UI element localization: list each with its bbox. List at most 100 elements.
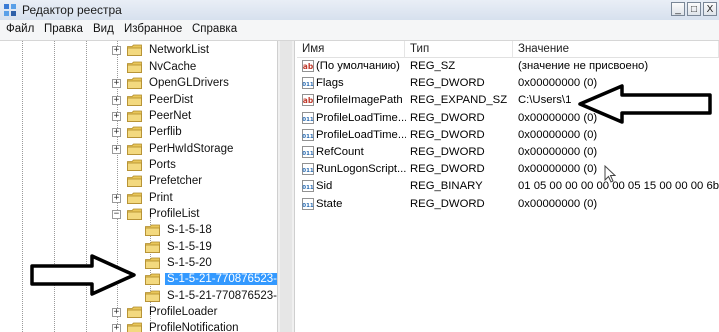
tree-item[interactable]: Prefetcher: [112, 173, 204, 189]
menu-edit[interactable]: Правка: [44, 23, 83, 35]
folder-icon: [145, 257, 160, 269]
string-value-icon: ab: [302, 94, 314, 107]
binary-value-icon: 011: [302, 197, 314, 210]
folder-icon: [145, 241, 160, 253]
value-row[interactable]: 011 ProfileLoadTime... REG_DWORD 0x00000000…: [297, 127, 719, 144]
menu-view[interactable]: Вид: [93, 23, 114, 35]
tree-item[interactable]: + PerHwIdStorage: [112, 141, 235, 157]
folder-icon: [127, 94, 142, 106]
column-header-name[interactable]: Имя: [297, 41, 405, 58]
folder-icon: [127, 110, 142, 122]
tree-item[interactable]: + PeerDist: [112, 92, 195, 108]
value-row[interactable]: ab (По умолчанию) REG_SZ (значение не присв…: [297, 58, 719, 75]
tree-item[interactable]: S-1-5-21-770876523-899: [145, 288, 277, 304]
value-name: ProfileImagePath: [316, 94, 403, 107]
tree-item[interactable]: S-1-5-21-770876523-899: [145, 271, 277, 287]
tree-item[interactable]: + PeerNet: [112, 108, 193, 124]
tree-item-label: NvCache: [149, 61, 197, 73]
value-data: 0x00000000 (0): [518, 146, 598, 158]
value-type: REG_SZ: [410, 60, 456, 72]
binary-value-icon: 011: [302, 111, 314, 124]
binary-value-icon: 011: [302, 163, 314, 176]
value-row[interactable]: 011 Sid REG_BINARY 01 05 00 00 00 00 00 05 …: [297, 178, 719, 195]
tree-scrollbar[interactable]: [277, 41, 295, 332]
expand-icon[interactable]: +: [112, 323, 121, 332]
tree-item[interactable]: S-1-5-18: [145, 222, 214, 238]
svg-text:ab: ab: [303, 96, 314, 105]
expand-icon[interactable]: +: [112, 144, 121, 154]
minimize-button[interactable]: _: [671, 2, 685, 16]
binary-value-icon: 011: [302, 128, 314, 141]
expand-icon[interactable]: +: [112, 95, 121, 105]
folder-icon: [127, 77, 142, 89]
tree-item[interactable]: NvCache: [112, 59, 198, 75]
menu-favorites[interactable]: Избранное: [124, 23, 182, 35]
arrow-pointer-icon: [30, 254, 136, 296]
expand-icon[interactable]: +: [112, 307, 121, 317]
value-name: RunLogonScript...: [316, 163, 406, 176]
tree-item-label: Perflib: [149, 126, 182, 138]
expand-icon[interactable]: +: [112, 45, 121, 55]
folder-icon: [127, 208, 142, 220]
value-type: REG_DWORD: [410, 163, 485, 176]
menu-file[interactable]: Файл: [6, 23, 34, 35]
tree-guide-line: [22, 41, 23, 332]
column-header-value[interactable]: Значение: [513, 41, 719, 58]
binary-value-icon: 011: [302, 77, 314, 90]
tree-item[interactable]: S-1-5-20: [145, 255, 214, 271]
value-row[interactable]: 011 State REG_DWORD 0x00000000 (0): [297, 196, 719, 213]
value-row[interactable]: 011 RefCount REG_DWORD 0x00000000 (0): [297, 144, 719, 161]
tree-item[interactable]: Ports: [112, 157, 178, 173]
registry-editor-icon: [4, 4, 16, 16]
value-type: REG_DWORD: [410, 128, 485, 141]
title-bar: Редактор реестра _ □ X: [0, 0, 719, 21]
scrollbar-track[interactable]: [280, 41, 292, 332]
value-data: 0x00000000 (0): [518, 128, 598, 141]
tree-item-label: S-1-5-21-770876523-899: [165, 273, 277, 285]
svg-text:011: 011: [302, 117, 314, 123]
value-row[interactable]: 011 RunLogonScript... REG_DWORD 0x00000000 …: [297, 161, 719, 178]
binary-value-icon: 011: [302, 146, 314, 158]
svg-text:011: 011: [302, 82, 314, 88]
folder-icon: [127, 143, 142, 155]
tree-item-label: S-1-5-19: [167, 241, 212, 253]
expand-icon[interactable]: +: [112, 78, 121, 88]
tree-item[interactable]: + ProfileNotification: [112, 320, 240, 332]
folder-icon: [127, 322, 142, 332]
expand-icon[interactable]: +: [112, 193, 121, 203]
tree-item[interactable]: + OpenGLDrivers: [112, 75, 231, 91]
tree-item[interactable]: S-1-5-19: [145, 239, 214, 255]
value-name: Flags: [316, 77, 344, 90]
tree-item-label: PerHwIdStorage: [149, 143, 234, 155]
window-title: Редактор реестра: [22, 3, 122, 17]
tree-item[interactable]: + Perflib: [112, 124, 184, 140]
tree-item[interactable]: + NetworkList: [112, 42, 211, 58]
arrow-pointer-icon: [578, 84, 712, 124]
svg-text:011: 011: [302, 151, 314, 157]
close-button[interactable]: X: [703, 2, 717, 16]
tree-item-label: OpenGLDrivers: [149, 77, 229, 89]
tree-item-label: PeerDist: [149, 94, 194, 106]
maximize-button[interactable]: □: [687, 2, 701, 16]
value-name: ProfileLoadTime...: [316, 111, 406, 124]
value-type: REG_DWORD: [410, 197, 485, 210]
tree-item-label: NetworkList: [149, 44, 210, 56]
value-type: REG_DWORD: [410, 111, 485, 124]
tree-item-label: S-1-5-21-770876523-899: [167, 290, 277, 302]
expand-icon[interactable]: +: [112, 127, 121, 137]
menu-help[interactable]: Справка: [192, 23, 237, 35]
window-controls: _ □ X: [671, 2, 717, 16]
tree-item[interactable]: + ProfileLoader: [112, 304, 219, 320]
value-name: State: [316, 197, 343, 210]
value-type: REG_EXPAND_SZ: [410, 94, 508, 107]
value-data: (значение не присвоено): [518, 60, 649, 72]
column-header-type[interactable]: Тип: [405, 41, 513, 58]
tree-item[interactable]: − ProfileList: [112, 206, 202, 222]
tree-item[interactable]: + Print: [112, 190, 175, 206]
value-name: Sid: [316, 180, 333, 193]
folder-icon: [127, 126, 142, 138]
folder-icon: [145, 290, 160, 302]
collapse-icon[interactable]: −: [112, 209, 121, 219]
folder-icon: [127, 192, 142, 204]
expand-icon[interactable]: +: [112, 111, 121, 121]
